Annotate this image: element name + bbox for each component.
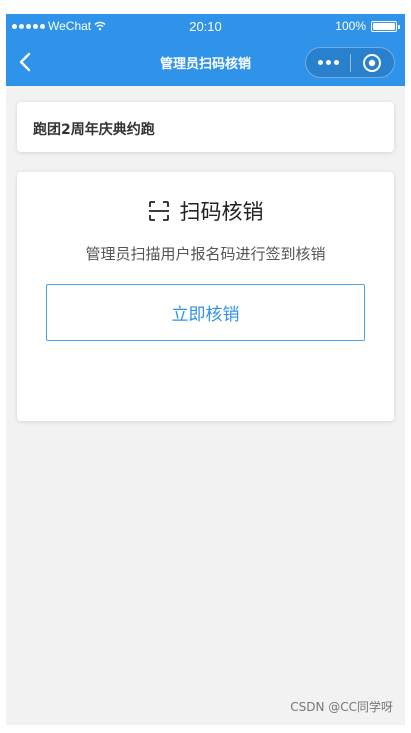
more-dots-icon [317, 60, 323, 65]
scan-frame-icon [148, 201, 169, 221]
event-name: 跑团2周年庆典约跑 [33, 122, 155, 138]
status-right: 100% [335, 19, 400, 33]
close-button[interactable] [351, 48, 394, 77]
verify-now-button[interactable]: 立即核销 [46, 284, 365, 341]
footer-credit: CSDN @CC同学呀 [290, 700, 393, 714]
target-circle-icon [363, 53, 382, 72]
event-card: 跑团2周年庆典约跑 [17, 102, 394, 152]
more-button[interactable] [306, 48, 350, 77]
scan-header: 扫码核销 [17, 196, 394, 226]
scan-title: 扫码核销 [179, 200, 264, 224]
status-bar: WeChat 20:10 100% [6, 14, 405, 38]
scan-description: 管理员扫描用户报名码进行签到核销 [85, 245, 326, 263]
battery-icon [371, 20, 400, 32]
nav-bar: 管理员扫码核销 [6, 38, 405, 86]
scan-card: 扫码核销 管理员扫描用户报名码进行签到核销 立即核销 [17, 172, 394, 421]
phone-screen: WeChat 20:10 100% 管理员扫码核销 跑团2周年庆典约跑 扫码核销… [6, 14, 405, 725]
battery-percent: 100% [335, 19, 366, 33]
mini-program-capsule [305, 47, 395, 78]
